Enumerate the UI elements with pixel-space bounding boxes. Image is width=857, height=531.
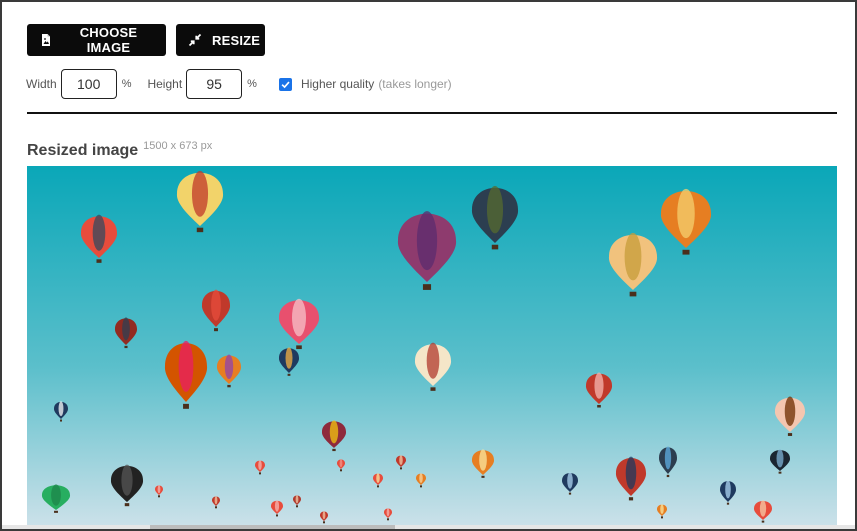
check-icon [280,79,291,90]
resize-button[interactable]: RESIZE [176,24,265,56]
horizontal-scrollbar[interactable] [2,525,855,529]
higher-quality-label[interactable]: Higher quality [301,77,374,91]
image-file-icon [39,33,53,47]
resize-controls: Width % Height % Higher quality (takes l… [26,69,452,99]
app-frame: CHOOSE IMAGE RESIZE Width % Height % [0,0,857,531]
height-unit: % [247,78,257,90]
width-input[interactable] [60,69,117,99]
scrollbar-thumb[interactable] [150,525,395,529]
section-divider [27,112,837,114]
resize-label: RESIZE [212,32,261,48]
result-dimensions: 1500 x 673 px [143,140,213,152]
higher-quality-hint: (takes longer) [378,77,452,91]
width-unit: % [121,78,132,90]
height-input[interactable] [186,69,243,99]
shrink-arrows-icon [188,33,202,47]
result-heading: Resized image 1500 x 673 px [27,140,213,160]
resized-image [27,166,837,529]
toolbar: CHOOSE IMAGE RESIZE [27,24,265,56]
higher-quality-checkbox[interactable] [278,77,292,91]
balloon-photo [27,166,837,529]
result-title: Resized image [27,142,139,159]
width-label: Width [26,77,57,91]
choose-image-label: CHOOSE IMAGE [79,25,138,55]
choose-image-button[interactable]: CHOOSE IMAGE [27,24,166,56]
height-label: Height [147,77,183,91]
